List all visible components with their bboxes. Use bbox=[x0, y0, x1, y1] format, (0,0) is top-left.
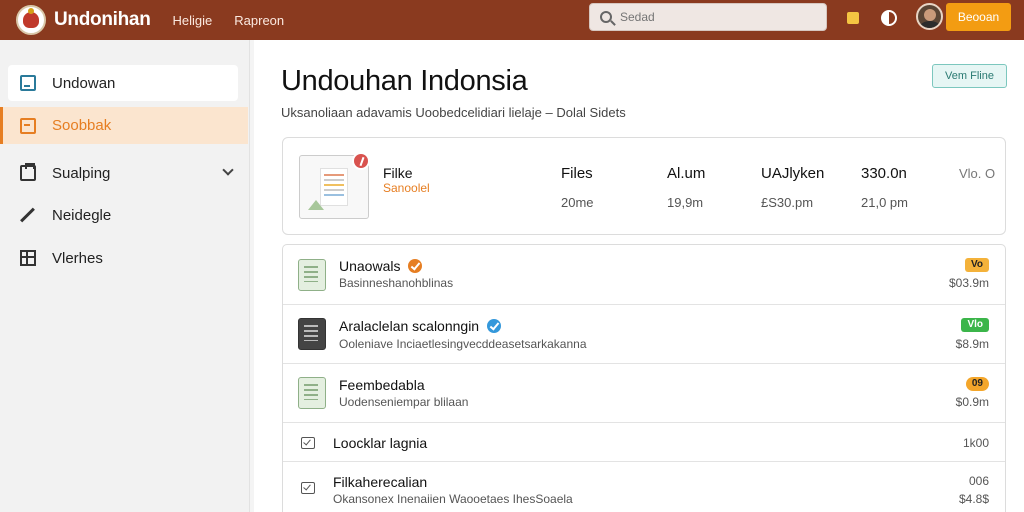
summary-col-value: £S30.pm bbox=[761, 195, 814, 210]
document-file-icon bbox=[298, 318, 326, 350]
list-item[interactable]: Filkaherecalian Okansonex Inenaiien Waoo… bbox=[283, 462, 1005, 512]
file-size: $03.9m bbox=[948, 276, 989, 290]
sidebar-item-label: Sualping bbox=[52, 164, 111, 182]
sidebar: Undowan Soobbak Sualping Neidegle Vlerhe… bbox=[0, 40, 250, 512]
sidebar-item-label: Neidegle bbox=[52, 206, 112, 224]
folder-icon bbox=[20, 117, 36, 134]
list-item[interactable]: Unaowals Basinneshanohblinas Vo $03.9m bbox=[283, 245, 1005, 305]
file-size: 1k00 bbox=[962, 436, 989, 450]
list-item-desc: Ooleniave Inciaetlesingvecddeasetsarkaka… bbox=[339, 337, 587, 351]
brand-name[interactable]: Undonihan bbox=[54, 9, 151, 31]
list-item-name: Feembedabla bbox=[339, 377, 425, 393]
nav-link-2[interactable]: Rapreon bbox=[234, 13, 284, 28]
sidebar-item-vlerhes[interactable]: Vlerhes bbox=[8, 240, 238, 276]
spreadsheet-file-icon bbox=[298, 377, 326, 409]
extension-icon[interactable] bbox=[844, 9, 862, 27]
list-item-name: Loocklar lagnia bbox=[333, 435, 428, 451]
search-box[interactable] bbox=[589, 3, 827, 31]
theme-toggle-icon[interactable] bbox=[880, 9, 898, 27]
status-badge: Vo bbox=[964, 258, 989, 272]
page-subtitle: Uksanoliaan adavamis Uoobedcelidiari lie… bbox=[281, 105, 626, 120]
file-size: $8.9m bbox=[955, 337, 989, 351]
header-action-button[interactable]: Beooan bbox=[946, 3, 1011, 31]
status-badge: Vlo bbox=[961, 318, 989, 332]
summary-col-label: 330.0n bbox=[861, 165, 907, 182]
clipboard-icon bbox=[20, 163, 36, 181]
page-title: Undouhan Indonsia bbox=[281, 65, 528, 97]
search-icon bbox=[600, 11, 612, 23]
file-size: 006 bbox=[968, 474, 989, 488]
checkbox-icon[interactable] bbox=[301, 482, 315, 494]
sidebar-item-undowan[interactable]: Undowan bbox=[8, 65, 238, 101]
avatar[interactable] bbox=[916, 3, 943, 30]
list-item-desc: Basinneshanohblinas bbox=[339, 276, 454, 290]
pen-icon bbox=[20, 207, 36, 223]
summary-col-value: 19,9m bbox=[667, 195, 704, 210]
summary-col-label: Al.um bbox=[667, 165, 706, 182]
summary-card: Filke Sanoolel Files 20me Al.um 19,9m UA… bbox=[282, 137, 1006, 235]
grid-icon bbox=[20, 250, 36, 266]
sidebar-item-soobbak[interactable]: Soobbak bbox=[0, 107, 248, 144]
summary-col-label: UAJlyken bbox=[761, 165, 825, 182]
chevron-down-icon[interactable] bbox=[222, 164, 234, 176]
sidebar-item-label: Soobbak bbox=[52, 117, 112, 134]
summary-version: Vlo. O bbox=[959, 166, 996, 181]
list-item-name: Filkaherecalian bbox=[333, 474, 428, 490]
sidebar-item-sualping[interactable]: Sualping bbox=[8, 155, 238, 191]
garuda-logo-icon[interactable] bbox=[16, 5, 46, 35]
summary-sub: Sanoolel bbox=[383, 181, 430, 195]
list-item[interactable]: Feembedabla Uodenseniempar blilaan 09 $0… bbox=[283, 364, 1005, 423]
summary-col-value: 21,0 pm bbox=[861, 195, 908, 210]
file-thumbnail[interactable] bbox=[299, 152, 370, 219]
nav-link-1[interactable]: Heligie bbox=[173, 13, 213, 28]
document-icon bbox=[20, 75, 36, 91]
verified-icon bbox=[408, 259, 423, 273]
summary-name: Filke bbox=[383, 165, 413, 181]
edit-badge-icon[interactable] bbox=[352, 152, 370, 170]
list-item[interactable]: Loocklar lagnia 1k00 bbox=[283, 423, 1005, 462]
sidebar-item-neidegle[interactable]: Neidegle bbox=[8, 197, 238, 233]
file-size: $0.9m bbox=[955, 395, 989, 409]
spreadsheet-file-icon bbox=[298, 259, 326, 291]
summary-col-label: Files bbox=[561, 165, 593, 182]
list-item-name: Unaowals bbox=[339, 258, 401, 274]
checkbox-icon[interactable] bbox=[301, 437, 315, 449]
verified-icon bbox=[487, 319, 502, 333]
main-panel: Undouhan Indonsia Uksanoliaan adavamis U… bbox=[254, 40, 1024, 512]
search-input[interactable] bbox=[620, 10, 810, 24]
list-item-desc: Okansonex Inenaiien Waooetaes IhesSoaela bbox=[333, 492, 573, 506]
list-item[interactable]: Aralaclelan scalonngin Ooleniave Inciaet… bbox=[283, 305, 1005, 364]
sidebar-item-label: Vlerhes bbox=[52, 249, 103, 267]
list-item-title: Unaowals bbox=[339, 258, 423, 274]
file-list: Unaowals Basinneshanohblinas Vo $03.9m A… bbox=[282, 244, 1006, 512]
list-item-desc: Uodenseniempar blilaan bbox=[339, 395, 469, 409]
list-item-title: Aralaclelan scalonngin bbox=[339, 318, 502, 334]
list-item-name: Aralaclelan scalonngin bbox=[339, 318, 480, 334]
summary-col-value: 20me bbox=[561, 195, 594, 210]
view-file-button[interactable]: Vem Fline bbox=[932, 64, 1007, 88]
status-badge: 09 bbox=[965, 377, 989, 391]
top-bar: Undonihan Heligie Rapreon bbox=[0, 0, 1024, 40]
file-size-secondary: $4.8$ bbox=[958, 492, 989, 506]
sidebar-item-label: Undowan bbox=[52, 74, 116, 92]
